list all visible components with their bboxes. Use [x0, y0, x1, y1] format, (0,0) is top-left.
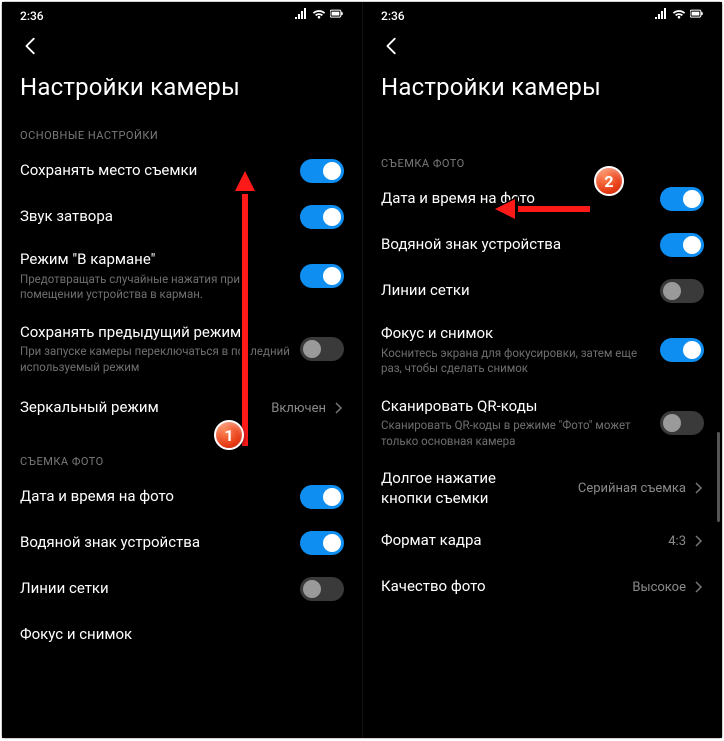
- row-label: Фокус и снимок: [20, 625, 334, 645]
- row-gridlines[interactable]: Линии сетки: [2, 566, 362, 612]
- row-value: Высокое: [632, 580, 686, 595]
- row-sub: Предотвращать случайные нажатия при поме…: [20, 272, 290, 303]
- row-gridlines[interactable]: Линии сетки: [363, 268, 722, 314]
- row-focus-shot[interactable]: Фокус и снимок Коснитесь экрана для фоку…: [363, 314, 722, 387]
- row-label: Зеркальный режим: [20, 398, 261, 418]
- chevron-right-icon: [332, 399, 344, 418]
- row-label: Линии сетки: [381, 281, 650, 301]
- row-sub: Сканировать QR-коды в режиме "Фото" може…: [381, 418, 650, 449]
- row-date-on-photo[interactable]: Дата и время на фото: [2, 474, 362, 520]
- row-photo-quality[interactable]: Качество фото Высокое: [363, 564, 722, 610]
- row-label: Водяной знак устройства: [381, 235, 650, 255]
- row-label: Водяной знак устройства: [20, 533, 290, 553]
- row-label: Сохранять место съемки: [20, 161, 290, 181]
- screen-right: 2:36 Настройки камеры СЪЕМКА ФОТО Дата и…: [362, 2, 722, 738]
- status-bar: 2:36: [2, 2, 362, 25]
- row-date-on-photo[interactable]: Дата и время на фото: [363, 176, 722, 222]
- row-label: Линии сетки: [20, 579, 290, 599]
- toggle-shutter-sound[interactable]: [300, 205, 344, 229]
- row-label: Формат кадра: [381, 531, 658, 551]
- toggle-pocket-mode[interactable]: [300, 264, 344, 288]
- toggle-scan-qr[interactable]: [660, 411, 704, 435]
- signal-icon: [294, 8, 308, 23]
- status-time: 2:36: [20, 9, 44, 23]
- toggle-watermark[interactable]: [660, 233, 704, 257]
- row-label: Звук затвора: [20, 207, 290, 227]
- battery-icon: [690, 8, 704, 23]
- toggle-date-on-photo[interactable]: [300, 485, 344, 509]
- row-watermark[interactable]: Водяной знак устройства: [363, 222, 722, 268]
- row-sub: Коснитесь экрана для фокусировки, затем …: [381, 346, 650, 377]
- row-scan-qr[interactable]: Сканировать QR-коды Сканировать QR-коды …: [363, 387, 722, 460]
- row-label: Сохранять предыдущий режим: [20, 323, 290, 343]
- page-title: Настройки камеры: [2, 65, 362, 119]
- row-value: Серийная съемка: [578, 481, 686, 496]
- row-shutter-sound[interactable]: Звук затвора: [2, 194, 362, 240]
- section-basic: ОСНОВНЫЕ НАСТРОЙКИ: [2, 119, 362, 148]
- row-aspect-ratio[interactable]: Формат кадра 4:3: [363, 518, 722, 564]
- toggle-watermark[interactable]: [300, 531, 344, 555]
- status-icons: [294, 8, 344, 23]
- toggle-focus-shot[interactable]: [660, 338, 704, 362]
- row-label: Фокус и снимок: [381, 324, 650, 344]
- back-icon[interactable]: [381, 42, 403, 61]
- wifi-icon: [672, 8, 686, 23]
- battery-icon: [330, 8, 344, 23]
- row-focus-shot[interactable]: Фокус и снимок: [2, 612, 362, 658]
- row-pocket-mode[interactable]: Режим "В кармане" Предотвращать случайны…: [2, 240, 362, 313]
- row-value: 4:3: [668, 534, 686, 549]
- row-value: Включен: [271, 401, 326, 416]
- status-icons: [654, 8, 704, 23]
- wifi-icon: [312, 8, 326, 23]
- row-sub: При запуске камеры переключаться в после…: [20, 344, 290, 375]
- chevron-right-icon: [692, 578, 704, 597]
- toggle-date-on-photo[interactable]: [660, 187, 704, 211]
- row-mirror-mode[interactable]: Зеркальный режим Включен: [2, 385, 362, 431]
- screen-left: 2:36 Настройки камеры ОСНОВНЫЕ НАСТРОЙКИ…: [2, 2, 362, 738]
- chevron-right-icon: [692, 532, 704, 551]
- toggle-save-previous-mode[interactable]: [300, 337, 344, 361]
- section-photo: СЪЕМКА ФОТО: [2, 445, 362, 474]
- toggle-gridlines[interactable]: [660, 279, 704, 303]
- page-title: Настройки камеры: [363, 65, 722, 119]
- status-time: 2:36: [381, 9, 405, 23]
- row-save-previous-mode[interactable]: Сохранять предыдущий режим При запуске к…: [2, 313, 362, 386]
- row-label: Дата и время на фото: [381, 189, 650, 209]
- scrollbar[interactable]: [717, 432, 720, 522]
- signal-icon: [654, 8, 668, 23]
- row-long-press[interactable]: Долгое нажатие кнопки съемки Серийная съ…: [363, 459, 722, 518]
- row-label: Дата и время на фото: [20, 487, 290, 507]
- row-label: Режим "В кармане": [20, 250, 290, 270]
- chevron-right-icon: [692, 479, 704, 498]
- row-watermark[interactable]: Водяной знак устройства: [2, 520, 362, 566]
- section-photo: СЪЕМКА ФОТО: [363, 147, 722, 176]
- toggle-gridlines[interactable]: [300, 577, 344, 601]
- row-label: Долгое нажатие кнопки съемки: [381, 469, 531, 508]
- row-save-location[interactable]: Сохранять место съемки: [2, 148, 362, 194]
- toggle-save-location[interactable]: [300, 159, 344, 183]
- status-bar: 2:36: [363, 2, 722, 25]
- row-label: Качество фото: [381, 577, 622, 597]
- row-label: Сканировать QR-коды: [381, 397, 650, 417]
- back-icon[interactable]: [20, 42, 42, 61]
